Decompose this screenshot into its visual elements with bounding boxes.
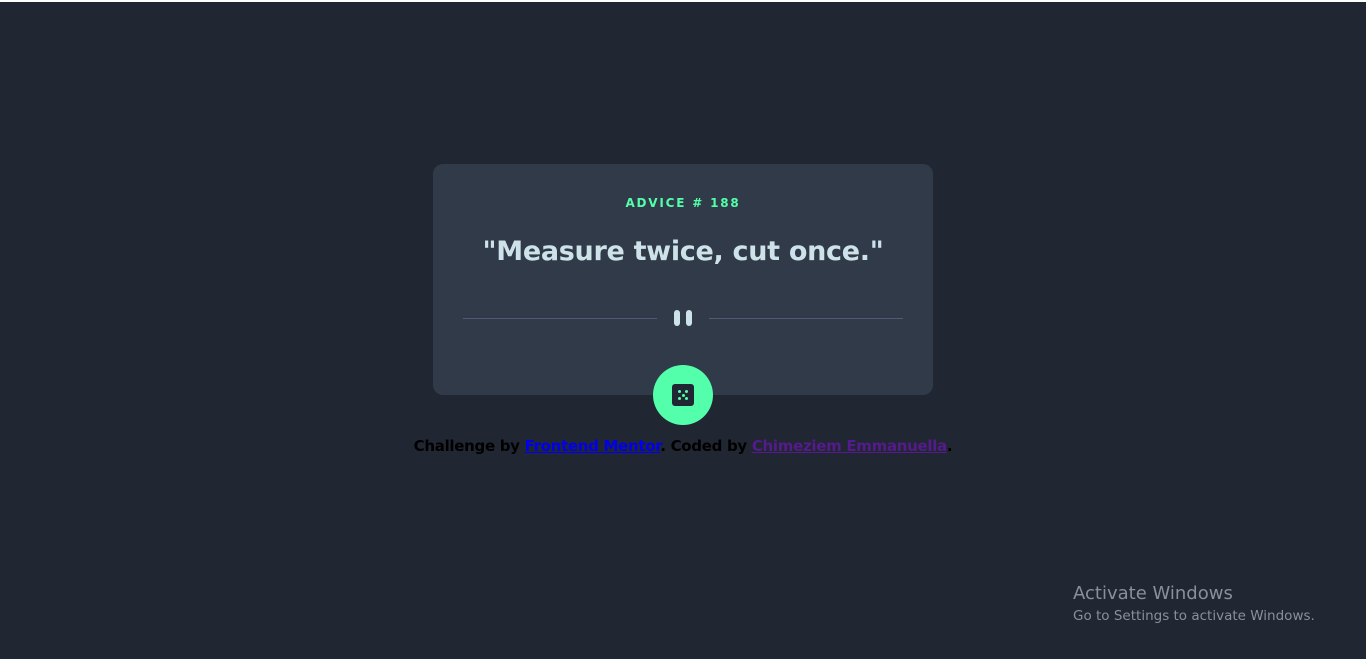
advice-card: ADVICE # 188 "Measure twice, cut once." — [433, 164, 933, 395]
generate-advice-button[interactable] — [653, 365, 713, 425]
attribution-suffix: . — [946, 437, 953, 455]
pause-icon — [672, 310, 694, 326]
watermark-title: Activate Windows — [1073, 583, 1233, 604]
advice-quote: "Measure twice, cut once." — [482, 236, 884, 267]
dice-icon — [672, 384, 694, 406]
attribution-footer: Challenge by Frontend Mentor. Coded by C… — [0, 437, 1366, 455]
windows-activation-watermark: Activate Windows Go to Settings to activ… — [1073, 583, 1315, 627]
divider-line-right — [709, 318, 903, 319]
frontend-mentor-link[interactable]: Frontend Mentor — [525, 437, 661, 455]
watermark-subtitle: Go to Settings to activate Windows. — [1073, 608, 1315, 624]
author-link[interactable]: Chimeziem Emmanuella — [752, 437, 947, 455]
attribution-middle: . Coded by — [660, 437, 752, 455]
advice-id: ADVICE # 188 — [625, 196, 741, 210]
attribution-prefix: Challenge by — [413, 437, 525, 455]
divider-line-left — [463, 318, 657, 319]
pattern-divider — [463, 308, 903, 328]
